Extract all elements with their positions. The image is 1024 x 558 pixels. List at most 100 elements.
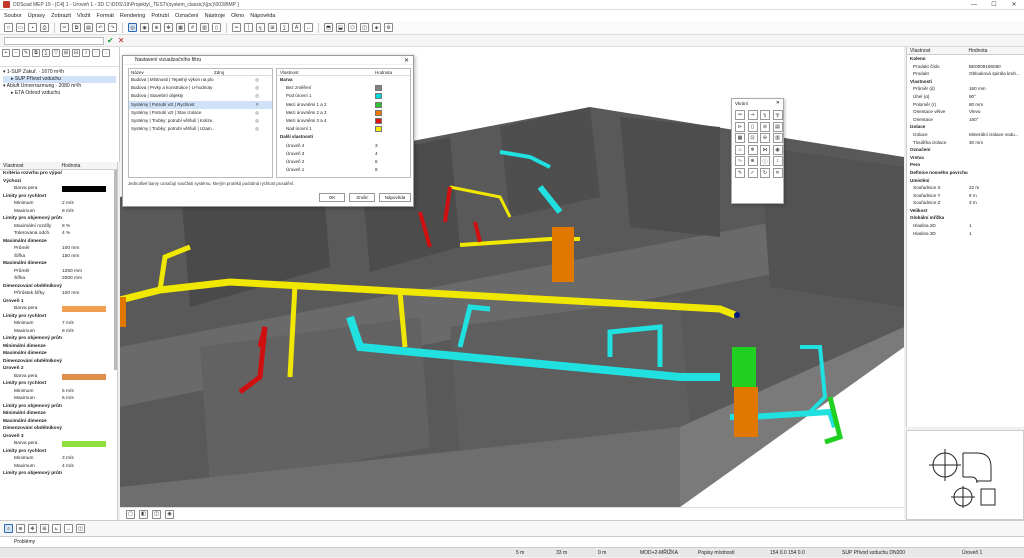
cooler-icon[interactable]: ❄ — [748, 145, 758, 155]
property-row[interactable]: Úroveň 3 — [0, 433, 117, 441]
view-eye-icon[interactable]: ◉ — [165, 510, 174, 519]
duct-reducer-icon[interactable]: ⊳ — [735, 122, 745, 132]
pan-view-icon[interactable]: ✥ — [28, 524, 37, 533]
filter-list-item[interactable]: Systémy | Potrubí vzt | Stav izolace◎ — [129, 109, 272, 117]
filter-prop-row[interactable]: Úroveň 18 — [277, 166, 410, 174]
snap-icon[interactable]: ⊞ — [40, 524, 49, 533]
filter-prop-row[interactable]: Pod úrovní 1 — [277, 92, 410, 100]
property-row[interactable]: Dimenzování obdélníkových potrubí — [0, 358, 117, 366]
property-row[interactable]: Průměr (d)160 mm — [907, 85, 1024, 93]
tree-expand-icon[interactable]: ⊞ — [62, 49, 70, 57]
menu-vlozit[interactable]: Vložit — [77, 13, 90, 19]
filter-source-icon[interactable]: ◎ — [214, 125, 259, 133]
duct-cap-icon[interactable]: ▯ — [748, 122, 758, 132]
property-row[interactable]: Produkt čísloBE0009186080 — [907, 63, 1024, 71]
filter-source-icon[interactable]: ◎ — [214, 117, 259, 125]
property-row[interactable]: Minimum7 m/s — [0, 320, 117, 328]
copy-icon[interactable]: ⧉ — [72, 23, 81, 32]
color-swatch[interactable] — [375, 110, 382, 116]
property-row[interactable]: Dimenzování obdélníkových potrubí — [0, 425, 117, 433]
property-row[interactable]: Limity pro rychlost — [0, 380, 117, 388]
redo-icon[interactable]: ↷ — [108, 23, 117, 32]
view-layer-icon[interactable]: ◧ — [139, 510, 148, 519]
property-row[interactable]: Souřadnice Y8 m — [907, 192, 1024, 200]
props-scrollbar[interactable] — [114, 170, 117, 370]
selected-fitting-marker[interactable] — [734, 312, 740, 318]
property-row[interactable]: Maximální dimenze — [0, 350, 117, 358]
heater-icon[interactable]: ♨ — [735, 145, 745, 155]
silencer-icon[interactable]: ▤ — [773, 122, 783, 132]
orbit-icon[interactable]: ◉ — [140, 23, 149, 32]
fan-icon[interactable]: ✣ — [760, 133, 770, 143]
filter-list-item[interactable]: Budova | Místnosti | Tepelný výkon na pl… — [129, 76, 272, 84]
property-row[interactable]: IzolaceMinerální izolace vodu... — [907, 131, 1024, 139]
delete-icon[interactable]: ✕ — [773, 168, 783, 178]
property-row[interactable]: Limity pro objemový průtok — [0, 215, 117, 223]
duct-route-icon[interactable]: ⇝ — [748, 110, 758, 120]
tree-down-icon[interactable]: ↓ — [102, 49, 110, 57]
property-row[interactable]: Minimální dimenze — [0, 343, 117, 351]
property-row[interactable]: Orientace větveVlevo — [907, 108, 1024, 116]
duct-straight-icon[interactable]: ═ — [735, 110, 745, 120]
tree-calc-icon[interactable]: ∑ — [42, 49, 50, 57]
measure-icon[interactable]: ↕ — [773, 156, 783, 166]
property-row[interactable]: Maximální dimenze — [0, 418, 117, 426]
property-row[interactable]: Barva pera — [0, 440, 117, 448]
pipe-icon[interactable]: │ — [244, 23, 253, 32]
property-row[interactable]: Maximum8 m/s — [0, 328, 117, 336]
new-icon[interactable]: □ — [4, 23, 13, 32]
sensor-icon[interactable]: ◉ — [773, 145, 783, 155]
print-icon[interactable]: ⎙ — [40, 23, 49, 32]
paste-icon[interactable]: ▤ — [84, 23, 93, 32]
tree-item[interactable]: ▸ ETA Odvod vzduchu — [3, 90, 116, 97]
property-row[interactable]: Limity pro rychlost — [0, 193, 117, 201]
property-row[interactable]: Limity pro objemový průtok — [0, 403, 117, 411]
property-row[interactable]: Dimenzování obdélníkových potrubí — [0, 283, 117, 291]
property-row[interactable]: Tolerovaná odch.4 % — [0, 230, 117, 238]
property-row[interactable]: Definice nosného povrchu — [907, 169, 1024, 177]
command-input[interactable] — [4, 37, 104, 45]
help-button[interactable]: Nápověda — [379, 193, 411, 202]
filter-list-item[interactable]: Systémy | Trubky; potrubí většulí | Koli… — [129, 117, 272, 125]
filter-source-icon[interactable]: ◎ — [214, 84, 259, 92]
property-row[interactable]: Pero — [907, 161, 1024, 169]
wall-icon[interactable]: ▥ — [200, 23, 209, 32]
menu-upravy[interactable]: Úpravy — [28, 13, 45, 19]
filter-prop-row[interactable]: Nad úrovní 1 — [277, 125, 410, 133]
fitting-icon[interactable]: ╗ — [256, 23, 265, 32]
confirm-icon[interactable]: ✔ — [107, 36, 114, 45]
tree-copy-icon[interactable]: ⧉ — [32, 49, 40, 57]
menu-soubor[interactable]: Soubor — [4, 13, 22, 19]
tree-item-selected[interactable]: ▸ SUP Přívod vzduchu — [3, 76, 116, 83]
property-row[interactable]: Barva pera — [0, 305, 117, 313]
filter-prop-row[interactable]: Mezi úrovněmi 3 a 4 — [277, 117, 410, 125]
dialog-close-icon[interactable]: ✕ — [404, 57, 409, 64]
property-row[interactable]: Minimum5 m/s — [0, 388, 117, 396]
tree-collapse-icon[interactable]: ⊟ — [72, 49, 80, 57]
property-row[interactable]: Limity pro objemový průtok — [0, 470, 117, 478]
property-row[interactable]: Šířka150 mm — [0, 253, 117, 261]
grille-icon[interactable]: ▦ — [735, 133, 745, 143]
property-row[interactable]: Globální mřížka — [907, 214, 1024, 222]
view-3d-icon[interactable]: ⬡ — [348, 23, 357, 32]
property-row[interactable]: Maximum6 m/s — [0, 395, 117, 403]
color-swatch[interactable] — [375, 93, 382, 99]
property-row[interactable]: Orientace160° — [907, 116, 1024, 124]
tree-filter-icon[interactable]: ▽ — [52, 49, 60, 57]
undo-icon[interactable]: ↶ — [96, 23, 105, 32]
connector-icon[interactable]: ⊕ — [748, 156, 758, 166]
terminal-icon[interactable]: ⊞ — [268, 23, 277, 32]
color-swatch[interactable] — [375, 102, 382, 108]
view-top-icon[interactable]: ⬒ — [324, 23, 333, 32]
filter-prop-row[interactable]: Mezi úrovněmi 2 a 3 — [277, 109, 410, 117]
grid-icon[interactable]: # — [188, 23, 197, 32]
property-row[interactable]: Šířka2000 mm — [0, 275, 117, 283]
remove-icon[interactable]: ✕ — [214, 101, 259, 109]
damper-icon[interactable]: ⊘ — [760, 122, 770, 132]
property-row[interactable]: Maximální rozdíly8 % — [0, 223, 117, 231]
color-swatch[interactable] — [62, 186, 106, 192]
property-row[interactable]: Přírůstek šířky100 mm — [0, 290, 117, 298]
filter-source-icon[interactable]: ◎ — [214, 76, 259, 84]
view-frame-icon[interactable]: ▢ — [126, 510, 135, 519]
property-row[interactable]: Umístění — [907, 177, 1024, 185]
